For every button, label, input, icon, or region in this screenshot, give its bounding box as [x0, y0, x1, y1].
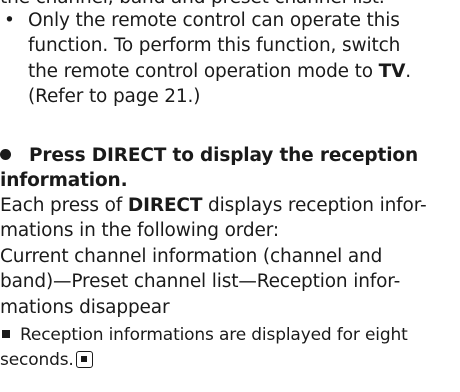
bullet-line-2: function. To perform this function, swit…	[28, 35, 401, 56]
paragraph-line-4: band)—Preset channel list—Reception info…	[0, 271, 401, 292]
bullet-line-4: (Refer to page 21.)	[28, 86, 201, 107]
bullet-line-3-end: .	[405, 61, 412, 82]
bullet-dot-icon: •	[4, 10, 15, 31]
heading-text-2: information.	[0, 170, 128, 191]
tv-mode-label: TV	[378, 61, 406, 82]
paragraph-line-3: Current channel information (channel and	[0, 246, 383, 267]
manual-page: the channel, band and preset channel lis…	[0, 0, 460, 392]
paragraph-line-2: mations in the following order:	[0, 220, 279, 241]
small-square-icon	[2, 330, 10, 338]
heading-text-1: Press DIRECT to display the reception	[29, 145, 418, 166]
paragraph-line-5: mations disappear	[0, 297, 170, 318]
filled-circle-icon	[0, 149, 11, 160]
note-text-2: seconds.	[0, 350, 74, 370]
paragraph-line-1: Each press of DIRECT displays reception …	[0, 194, 427, 218]
bullet-line-3: the remote control operation mode to TV.	[28, 60, 411, 84]
direct-button-label: DIRECT	[127, 195, 203, 216]
note-line-2: seconds.	[0, 348, 93, 372]
bullet-line-3-text: the remote control operation mode to	[28, 61, 379, 82]
p1-post: displays reception infor-	[202, 195, 427, 216]
p1-pre: Each press of	[0, 195, 128, 216]
note-text-1: Reception informations are displayed for…	[20, 325, 408, 345]
section-heading: Press DIRECT to display the reception	[0, 144, 418, 168]
bullet-line-1: Only the remote control can operate this	[28, 10, 400, 31]
note-line-1: Reception informations are displayed for…	[0, 323, 408, 347]
end-of-section-icon	[75, 351, 93, 368]
